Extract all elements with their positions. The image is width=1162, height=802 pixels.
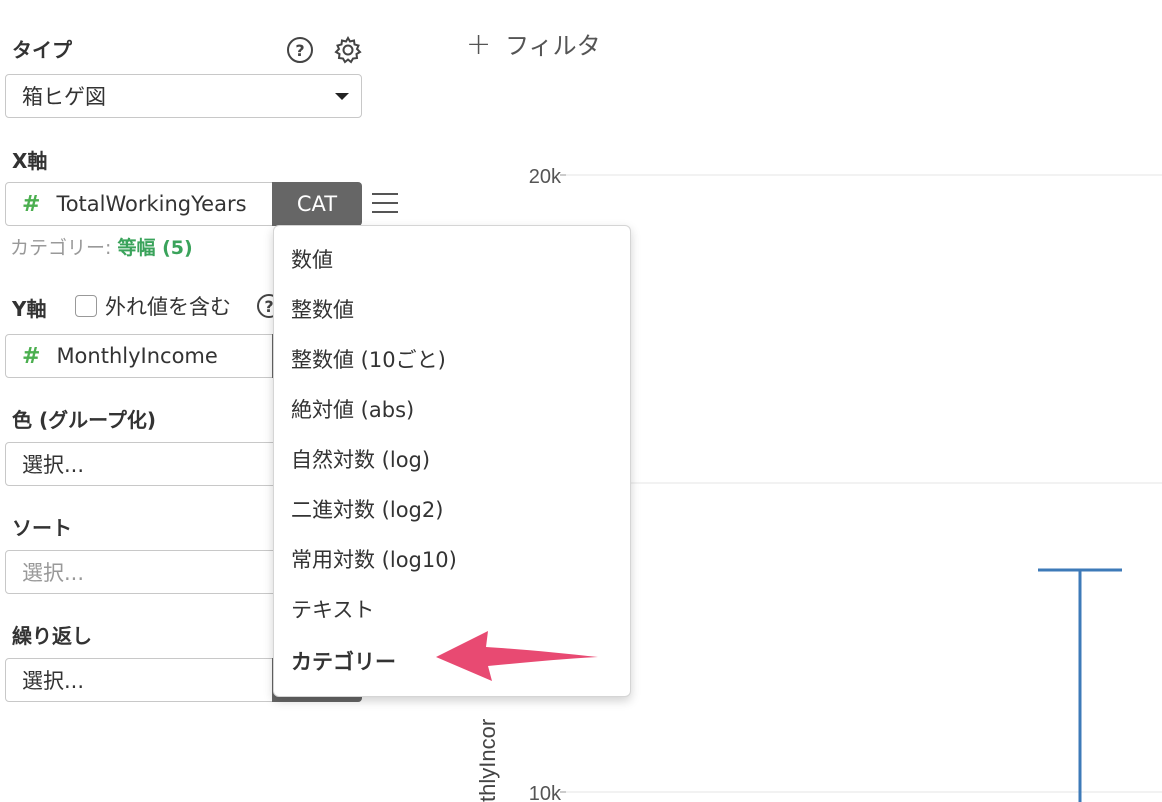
chevron-down-icon	[335, 93, 349, 100]
type-label: タイプ	[12, 38, 72, 62]
menu-item-abs[interactable]: 絶対値 (abs)	[291, 394, 414, 424]
menu-item-log[interactable]: 自然対数 (log)	[291, 444, 430, 474]
menu-item-integer-10[interactable]: 整数値 (10ごと)	[291, 344, 446, 374]
menu-item-number[interactable]: 数値	[291, 244, 333, 274]
menu-item-category[interactable]: カテゴリー	[291, 646, 396, 676]
number-type-icon: #	[22, 343, 41, 369]
x-axis-label: X軸	[12, 149, 48, 173]
x-axis-type-button[interactable]: CAT	[272, 182, 362, 226]
plus-icon: +	[466, 27, 492, 62]
menu-item-log10[interactable]: 常用対数 (log10)	[291, 544, 457, 574]
chart-type-select[interactable]: 箱ヒゲ図	[5, 74, 362, 118]
menu-item-text[interactable]: テキスト	[291, 594, 374, 624]
y-axis-field-name: MonthlyIncome	[56, 344, 218, 368]
repeat-label: 繰り返し	[12, 624, 92, 648]
include-outliers-checkbox[interactable]	[75, 295, 97, 317]
menu-item-integer[interactable]: 整数値	[291, 294, 354, 324]
color-label: 色 (グループ化)	[12, 408, 157, 432]
y-axis-title: thlyIncor	[475, 719, 500, 802]
color-select-value: 選択...	[22, 453, 85, 477]
chart-type-value: 箱ヒゲ図	[22, 85, 106, 109]
sort-select-placeholder: 選択...	[22, 561, 85, 585]
y-tick-label: 20k	[529, 166, 562, 188]
y-axis-label: Y軸	[12, 297, 47, 321]
number-type-icon: #	[22, 191, 41, 217]
y-tick-label: 10k	[529, 783, 562, 802]
include-outliers-label: 外れ値を含む	[105, 295, 231, 319]
x-axis-field-name: TotalWorkingYears	[56, 192, 247, 216]
category-value[interactable]: 等幅 (5)	[117, 237, 192, 259]
help-icon[interactable]: ?	[287, 37, 313, 63]
sort-label: ソート	[12, 516, 72, 540]
x-axis-field[interactable]: # TotalWorkingYears	[5, 182, 275, 226]
category-prefix: カテゴリー:	[10, 237, 118, 259]
filter-label: フィルタ	[505, 32, 601, 60]
menu-item-log2[interactable]: 二進対数 (log2)	[291, 494, 443, 524]
x-axis-category-info: カテゴリー: 等幅 (5)	[10, 233, 193, 260]
repeat-select-value: 選択...	[22, 669, 85, 693]
app-root: タイプ ? 箱ヒゲ図 X軸 # TotalWorkingYears CAT カテ…	[0, 0, 1162, 802]
add-filter-button[interactable]: + フィルタ	[466, 26, 601, 62]
hamburger-menu-icon[interactable]	[372, 191, 400, 215]
gear-icon[interactable]	[333, 35, 363, 65]
annotation-arrow-icon	[436, 631, 598, 681]
